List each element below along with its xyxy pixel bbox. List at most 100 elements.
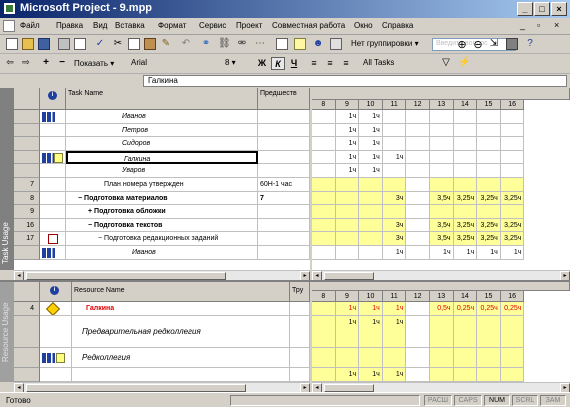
align-left-icon[interactable]: ≡ bbox=[307, 57, 321, 70]
usage-value-cell[interactable] bbox=[406, 123, 430, 138]
usage-value-cell[interactable]: 0,5ч bbox=[430, 302, 454, 316]
resource-table-scrollbar[interactable]: ◂ ▸ bbox=[14, 382, 310, 393]
usage-value-cell[interactable] bbox=[430, 316, 454, 348]
predecessors-cell[interactable] bbox=[258, 164, 310, 178]
usage-value-cell[interactable]: 1ч bbox=[359, 137, 383, 151]
usage-value-cell[interactable] bbox=[430, 348, 454, 368]
usage-value-cell[interactable]: 1ч bbox=[382, 150, 407, 165]
resource-name-cell[interactable]: Редколлегия bbox=[72, 348, 290, 368]
usage-value-cell[interactable] bbox=[335, 205, 360, 219]
usage-value-cell[interactable] bbox=[430, 368, 454, 382]
scroll-thumb[interactable] bbox=[26, 272, 226, 280]
row-id[interactable] bbox=[14, 137, 40, 151]
print-icon[interactable] bbox=[58, 38, 70, 50]
predecessors-cell[interactable] bbox=[258, 150, 310, 165]
task-name-cell[interactable]: − Подготовка материалов bbox=[66, 191, 258, 206]
select-all-corner[interactable] bbox=[14, 88, 40, 110]
work-cell[interactable] bbox=[290, 302, 310, 316]
predecessors-cell[interactable] bbox=[258, 246, 310, 260]
show-subtasks-icon[interactable]: + bbox=[40, 57, 52, 69]
row-id[interactable] bbox=[14, 150, 40, 165]
usage-value-cell[interactable] bbox=[406, 218, 430, 233]
font-dropdown[interactable]: Arial bbox=[128, 57, 220, 70]
split-task-icon[interactable]: ⋯ bbox=[254, 38, 266, 50]
usage-value-cell[interactable] bbox=[453, 123, 478, 138]
task-name-cell[interactable]: План номера утвержден bbox=[66, 178, 258, 192]
predecessors-cell[interactable]: 60Н-1 час bbox=[258, 178, 310, 192]
usage-value-cell[interactable] bbox=[406, 232, 430, 246]
usage-value-cell[interactable]: 3ч bbox=[382, 218, 407, 233]
predecessors-cell[interactable] bbox=[258, 232, 310, 246]
usage-value-cell[interactable] bbox=[453, 368, 478, 382]
work-cell[interactable] bbox=[290, 348, 310, 368]
usage-value-cell[interactable] bbox=[477, 205, 501, 219]
task-name-cell[interactable]: − Подготовка редакционных заданий bbox=[66, 232, 258, 246]
usage-value-cell[interactable] bbox=[312, 348, 336, 368]
usage-value-cell[interactable] bbox=[500, 205, 525, 219]
usage-value-cell[interactable] bbox=[382, 348, 407, 368]
usage-value-cell[interactable] bbox=[453, 110, 478, 124]
doc-minimize-button[interactable]: _ bbox=[520, 20, 525, 30]
usage-value-cell[interactable] bbox=[500, 368, 525, 382]
row-id[interactable] bbox=[14, 246, 40, 260]
usage-value-cell[interactable]: 3,25ч bbox=[453, 218, 478, 233]
usage-value-cell[interactable]: 3,5ч bbox=[430, 191, 454, 206]
usage-value-cell[interactable]: 3,25ч bbox=[500, 232, 525, 246]
usage-value-cell[interactable] bbox=[312, 178, 336, 192]
align-right-icon[interactable]: ≡ bbox=[339, 57, 353, 70]
usage-value-cell[interactable]: 3,5ч bbox=[430, 218, 454, 233]
task-timescale-scrollbar[interactable]: ◂ ▸ bbox=[312, 270, 570, 281]
usage-value-cell[interactable] bbox=[312, 137, 336, 151]
resource-name-cell[interactable] bbox=[72, 368, 290, 382]
close-button[interactable]: × bbox=[551, 2, 567, 16]
usage-value-cell[interactable] bbox=[430, 150, 454, 165]
assign-resources-icon[interactable]: ☻ bbox=[312, 38, 324, 50]
usage-value-cell[interactable] bbox=[500, 123, 525, 138]
usage-value-cell[interactable]: 1ч bbox=[335, 302, 360, 316]
usage-value-cell[interactable] bbox=[500, 316, 525, 348]
menu-view[interactable]: Вид bbox=[93, 21, 107, 30]
usage-value-cell[interactable] bbox=[406, 302, 430, 316]
outdent-icon[interactable]: ⇦ bbox=[4, 57, 16, 69]
resource-usage-view-bar[interactable]: Resource Usage bbox=[0, 282, 14, 382]
copy-icon[interactable] bbox=[128, 38, 140, 50]
usage-value-cell[interactable] bbox=[382, 164, 407, 178]
usage-value-cell[interactable] bbox=[312, 123, 336, 138]
usage-value-cell[interactable] bbox=[430, 137, 454, 151]
gantt-wizard-icon[interactable]: ⚡ bbox=[458, 57, 470, 69]
open-icon[interactable] bbox=[22, 38, 34, 50]
task-usage-view-bar[interactable]: Task Usage bbox=[0, 88, 14, 270]
usage-value-cell[interactable]: 0,25ч bbox=[453, 302, 478, 316]
usage-value-cell[interactable]: 1ч bbox=[335, 164, 360, 178]
doc-close-button[interactable]: × bbox=[554, 20, 559, 30]
unlink-tasks-icon[interactable]: ⚮ bbox=[236, 38, 248, 50]
align-center-icon[interactable]: ≡ bbox=[323, 57, 337, 70]
usage-value-cell[interactable]: 1ч bbox=[359, 302, 383, 316]
usage-value-cell[interactable] bbox=[406, 191, 430, 206]
usage-value-cell[interactable]: 3ч bbox=[382, 232, 407, 246]
autofilter-icon[interactable]: ▽ bbox=[440, 57, 452, 69]
usage-value-cell[interactable]: 3,25ч bbox=[453, 191, 478, 206]
task-name-header[interactable]: Task Name bbox=[66, 88, 258, 110]
predecessors-cell[interactable] bbox=[258, 205, 310, 219]
scroll-thumb[interactable] bbox=[26, 384, 246, 392]
work-cell[interactable] bbox=[290, 368, 310, 382]
usage-value-cell[interactable] bbox=[382, 205, 407, 219]
resource-timescale-scrollbar[interactable]: ◂ ▸ bbox=[312, 382, 570, 393]
predecessors-cell[interactable] bbox=[258, 123, 310, 138]
usage-value-cell[interactable] bbox=[500, 137, 525, 151]
menu-tools[interactable]: Сервис bbox=[199, 21, 226, 30]
usage-value-cell[interactable]: 1ч bbox=[382, 316, 407, 348]
usage-value-cell[interactable]: 3,25ч bbox=[477, 232, 501, 246]
hide-subtasks-icon[interactable]: − bbox=[56, 57, 68, 69]
usage-value-cell[interactable] bbox=[335, 232, 360, 246]
task-table-scrollbar[interactable]: ◂ ▸ bbox=[14, 270, 310, 281]
row-id[interactable] bbox=[14, 110, 40, 124]
task-notes-icon[interactable] bbox=[294, 38, 306, 50]
usage-value-cell[interactable]: 1ч bbox=[335, 316, 360, 348]
usage-value-cell[interactable] bbox=[312, 191, 336, 206]
indent-icon[interactable]: ⇨ bbox=[20, 57, 32, 69]
usage-value-cell[interactable] bbox=[477, 137, 501, 151]
menu-help[interactable]: Справка bbox=[382, 21, 413, 30]
predecessors-cell[interactable] bbox=[258, 110, 310, 124]
